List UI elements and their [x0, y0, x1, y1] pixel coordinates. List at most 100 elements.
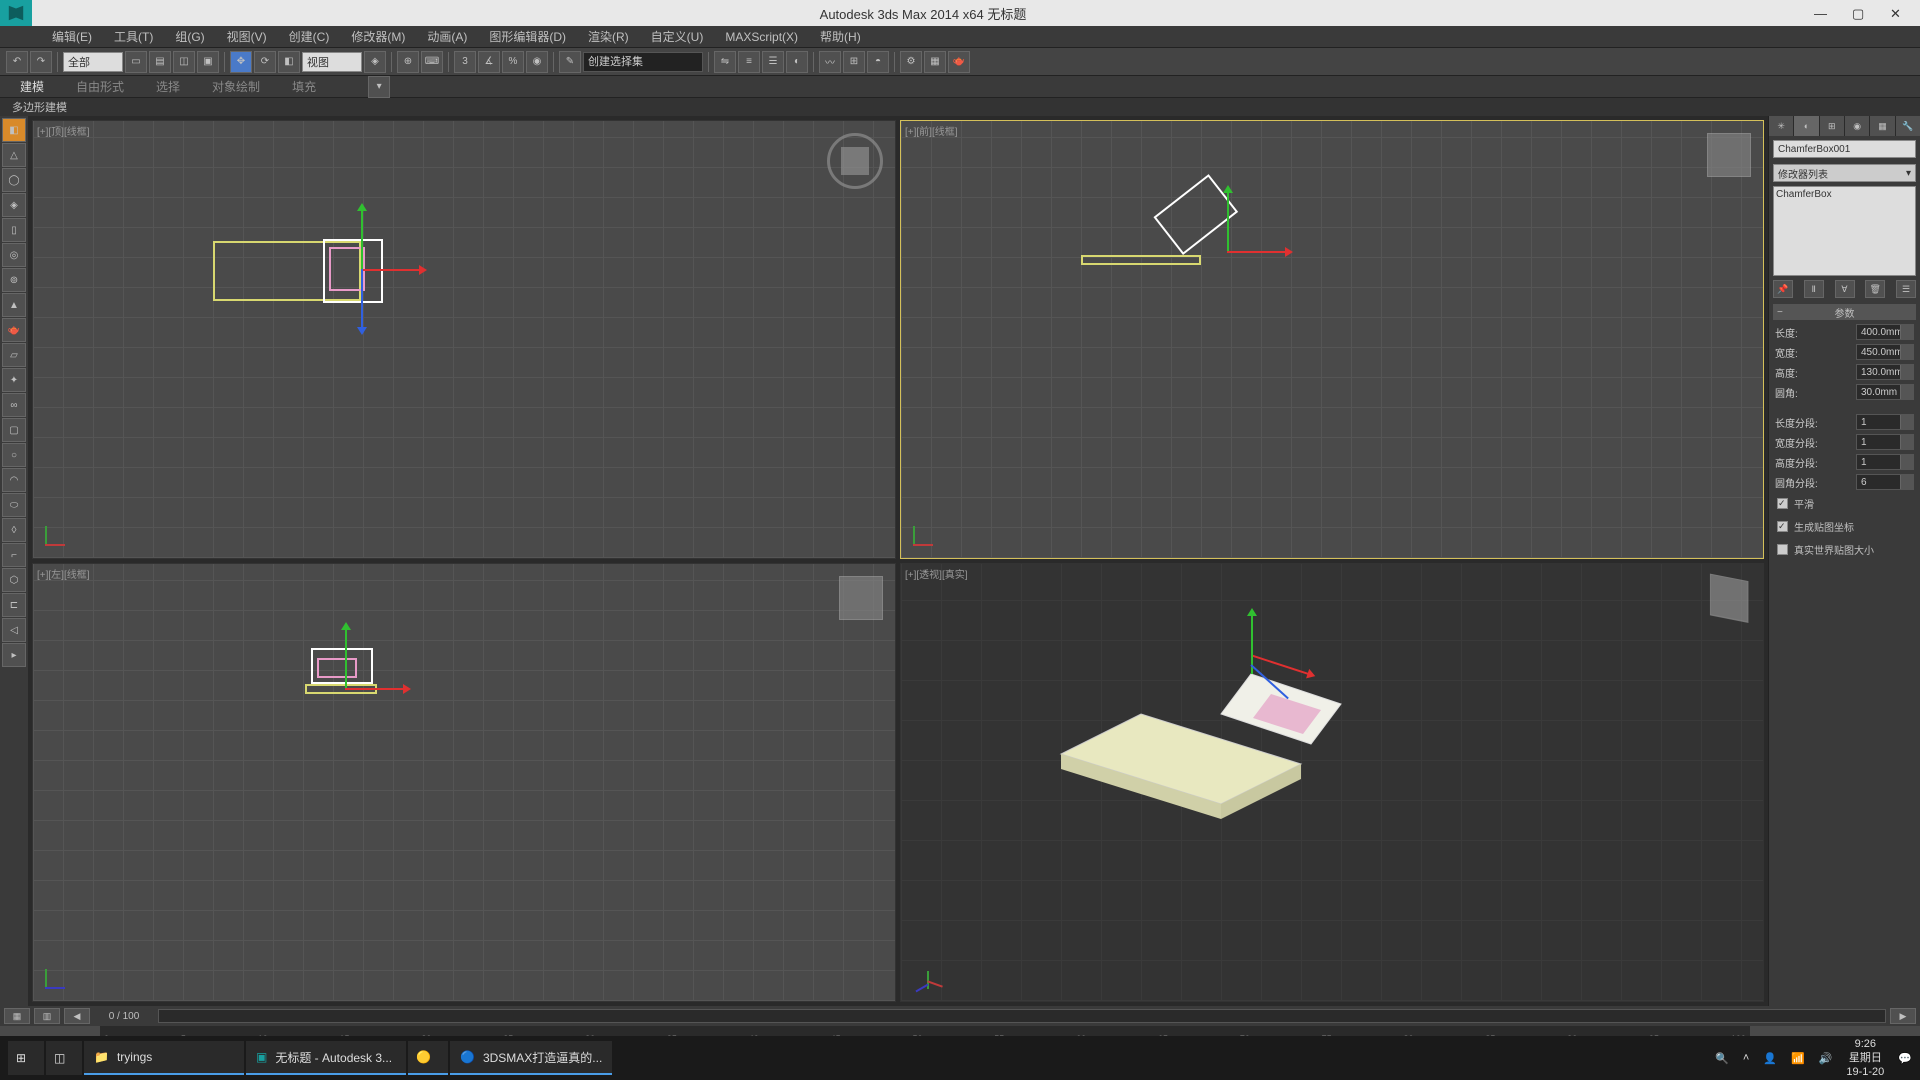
- start-button[interactable]: ⊞: [8, 1041, 44, 1075]
- viewport-top-label[interactable]: [+][顶][线框]: [37, 123, 90, 138]
- rotate-button[interactable]: ⟳: [254, 51, 276, 73]
- display-tab-icon[interactable]: ▦: [1870, 116, 1894, 136]
- menu-edit[interactable]: 编辑(E): [42, 26, 102, 47]
- rail-geo-icon[interactable]: ◈: [2, 193, 26, 217]
- align-button[interactable]: ≡: [738, 51, 760, 73]
- close-button[interactable]: ✕: [1890, 6, 1904, 20]
- rail-cext-icon[interactable]: ⊏: [2, 593, 26, 617]
- viewcube-left[interactable]: [839, 576, 883, 620]
- rail-spindle-icon[interactable]: ◊: [2, 518, 26, 542]
- length-spinner[interactable]: 400.0mm: [1856, 324, 1914, 340]
- rail-box-icon[interactable]: ◧: [2, 118, 26, 142]
- menu-animation[interactable]: 动画(A): [417, 26, 477, 47]
- tab-populate[interactable]: 填充: [292, 78, 316, 95]
- select-region-button[interactable]: ◫: [173, 51, 195, 73]
- rail-plane-icon[interactable]: ▱: [2, 343, 26, 367]
- window-crossing-button[interactable]: ▣: [197, 51, 219, 73]
- modify-tab-icon[interactable]: ◐: [1794, 116, 1818, 136]
- maximize-button[interactable]: ▢: [1852, 6, 1866, 20]
- rail-pyramid-icon[interactable]: ▲: [2, 293, 26, 317]
- rail-capsule-icon[interactable]: ⬭: [2, 493, 26, 517]
- viewport-left[interactable]: [+][左][线框]: [32, 563, 896, 1002]
- rail-teapot-icon[interactable]: 🫖: [2, 318, 26, 342]
- task-3dsmax[interactable]: ▣无标题 - Autodesk 3...: [246, 1041, 406, 1075]
- minimize-button[interactable]: —: [1814, 6, 1828, 20]
- rail-gengon-icon[interactable]: ⬡: [2, 568, 26, 592]
- ribbon-toggle[interactable]: ▾: [368, 76, 390, 98]
- viewport-perspective[interactable]: [+][透视][真实]: [900, 563, 1764, 1002]
- object-name-input[interactable]: ChamferBox001: [1773, 140, 1916, 158]
- tray-notifications-icon[interactable]: 💬: [1898, 1052, 1912, 1065]
- render-frame-button[interactable]: ▦: [924, 51, 946, 73]
- modifier-stack[interactable]: ChamferBox: [1773, 186, 1916, 276]
- hierarchy-tab-icon[interactable]: ⊞: [1820, 116, 1844, 136]
- move-button[interactable]: ✥: [230, 51, 252, 73]
- menu-rendering[interactable]: 渲染(R): [578, 26, 639, 47]
- menu-modifiers[interactable]: 修改器(M): [341, 26, 415, 47]
- graphite-button[interactable]: ◐: [786, 51, 808, 73]
- undo-button[interactable]: ↶: [6, 51, 28, 73]
- fseg-spinner[interactable]: 6: [1856, 474, 1914, 490]
- trackbar-btn-3[interactable]: ◀: [64, 1008, 90, 1024]
- rail-oiltank-icon[interactable]: ◠: [2, 468, 26, 492]
- viewport-front-label[interactable]: [+][前][线框]: [905, 123, 958, 138]
- pin-stack-button[interactable]: 📌: [1773, 280, 1793, 298]
- create-tab-icon[interactable]: ✳: [1769, 116, 1793, 136]
- rail-prism-icon[interactable]: ◁: [2, 618, 26, 642]
- curve-editor-button[interactable]: 〰: [819, 51, 841, 73]
- mapcoords-checkbox[interactable]: [1777, 521, 1788, 532]
- hseg-spinner[interactable]: 1: [1856, 454, 1914, 470]
- viewport-front[interactable]: [+][前][线框]: [900, 120, 1764, 559]
- tab-modeling[interactable]: 建模: [20, 78, 44, 95]
- viewcube-persp[interactable]: [1710, 574, 1748, 623]
- motion-tab-icon[interactable]: ◉: [1845, 116, 1869, 136]
- menu-view[interactable]: 视图(V): [217, 26, 277, 47]
- fillet-spinner[interactable]: 30.0mm: [1856, 384, 1914, 400]
- menu-create[interactable]: 创建(C): [279, 26, 340, 47]
- task-view-button[interactable]: ◫: [46, 1041, 82, 1075]
- menu-maxscript[interactable]: MAXScript(X): [715, 28, 808, 46]
- manipulate-button[interactable]: ⊕: [397, 51, 419, 73]
- height-spinner[interactable]: 130.0mm: [1856, 364, 1914, 380]
- system-clock[interactable]: 9:26 星期日 19-1-20: [1846, 1037, 1884, 1079]
- rollout-parameters[interactable]: 参数: [1773, 304, 1916, 320]
- rail-chamferbox-icon[interactable]: ▢: [2, 418, 26, 442]
- modifier-list-dropdown[interactable]: 修改器列表▾: [1773, 164, 1916, 182]
- rail-tube-icon[interactable]: ◎: [2, 243, 26, 267]
- edit-named-selection-button[interactable]: ✎: [559, 51, 581, 73]
- viewport-left-label[interactable]: [+][左][线框]: [37, 566, 90, 581]
- rail-cyl-icon[interactable]: ▯: [2, 218, 26, 242]
- trackbar-btn-2[interactable]: ▥: [34, 1008, 60, 1024]
- selection-filter[interactable]: 全部: [63, 52, 123, 72]
- scale-button[interactable]: ◧: [278, 51, 300, 73]
- rail-chamfercyl-icon[interactable]: ○: [2, 443, 26, 467]
- menu-help[interactable]: 帮助(H): [810, 26, 871, 47]
- rail-expand-icon[interactable]: ▸: [2, 643, 26, 667]
- tray-wifi-icon[interactable]: 📶: [1791, 1052, 1805, 1065]
- rail-sphere-icon[interactable]: ◯: [2, 168, 26, 192]
- ref-coord-system[interactable]: 视图: [302, 52, 362, 72]
- menu-tools[interactable]: 工具(T): [104, 26, 163, 47]
- viewcube-front[interactable]: [1707, 133, 1751, 177]
- render-setup-button[interactable]: ⚙: [900, 51, 922, 73]
- task-explorer[interactable]: 📁tryings: [84, 1041, 244, 1075]
- time-slider[interactable]: [158, 1009, 1886, 1023]
- task-app-icon[interactable]: 🟡: [408, 1041, 448, 1075]
- tab-freeform[interactable]: 自由形式: [76, 78, 124, 95]
- keyboard-shortcut-button[interactable]: ⌨: [421, 51, 443, 73]
- tray-people-icon[interactable]: 👤: [1763, 1052, 1777, 1065]
- menu-grapheditors[interactable]: 图形编辑器(D): [479, 26, 576, 47]
- smooth-checkbox[interactable]: [1777, 498, 1788, 509]
- rail-lext-icon[interactable]: ⌐: [2, 543, 26, 567]
- lseg-spinner[interactable]: 1: [1856, 414, 1914, 430]
- angle-snap-button[interactable]: ∡: [478, 51, 500, 73]
- tab-objectpaint[interactable]: 对象绘制: [212, 78, 260, 95]
- rail-cone-icon[interactable]: △: [2, 143, 26, 167]
- layer-manager-button[interactable]: ☰: [762, 51, 784, 73]
- menu-group[interactable]: 组(G): [165, 26, 214, 47]
- redo-button[interactable]: ↷: [30, 51, 52, 73]
- snap-3d-button[interactable]: 3: [454, 51, 476, 73]
- wseg-spinner[interactable]: 1: [1856, 434, 1914, 450]
- rail-torus-icon[interactable]: ⊚: [2, 268, 26, 292]
- spinner-snap-button[interactable]: ◉: [526, 51, 548, 73]
